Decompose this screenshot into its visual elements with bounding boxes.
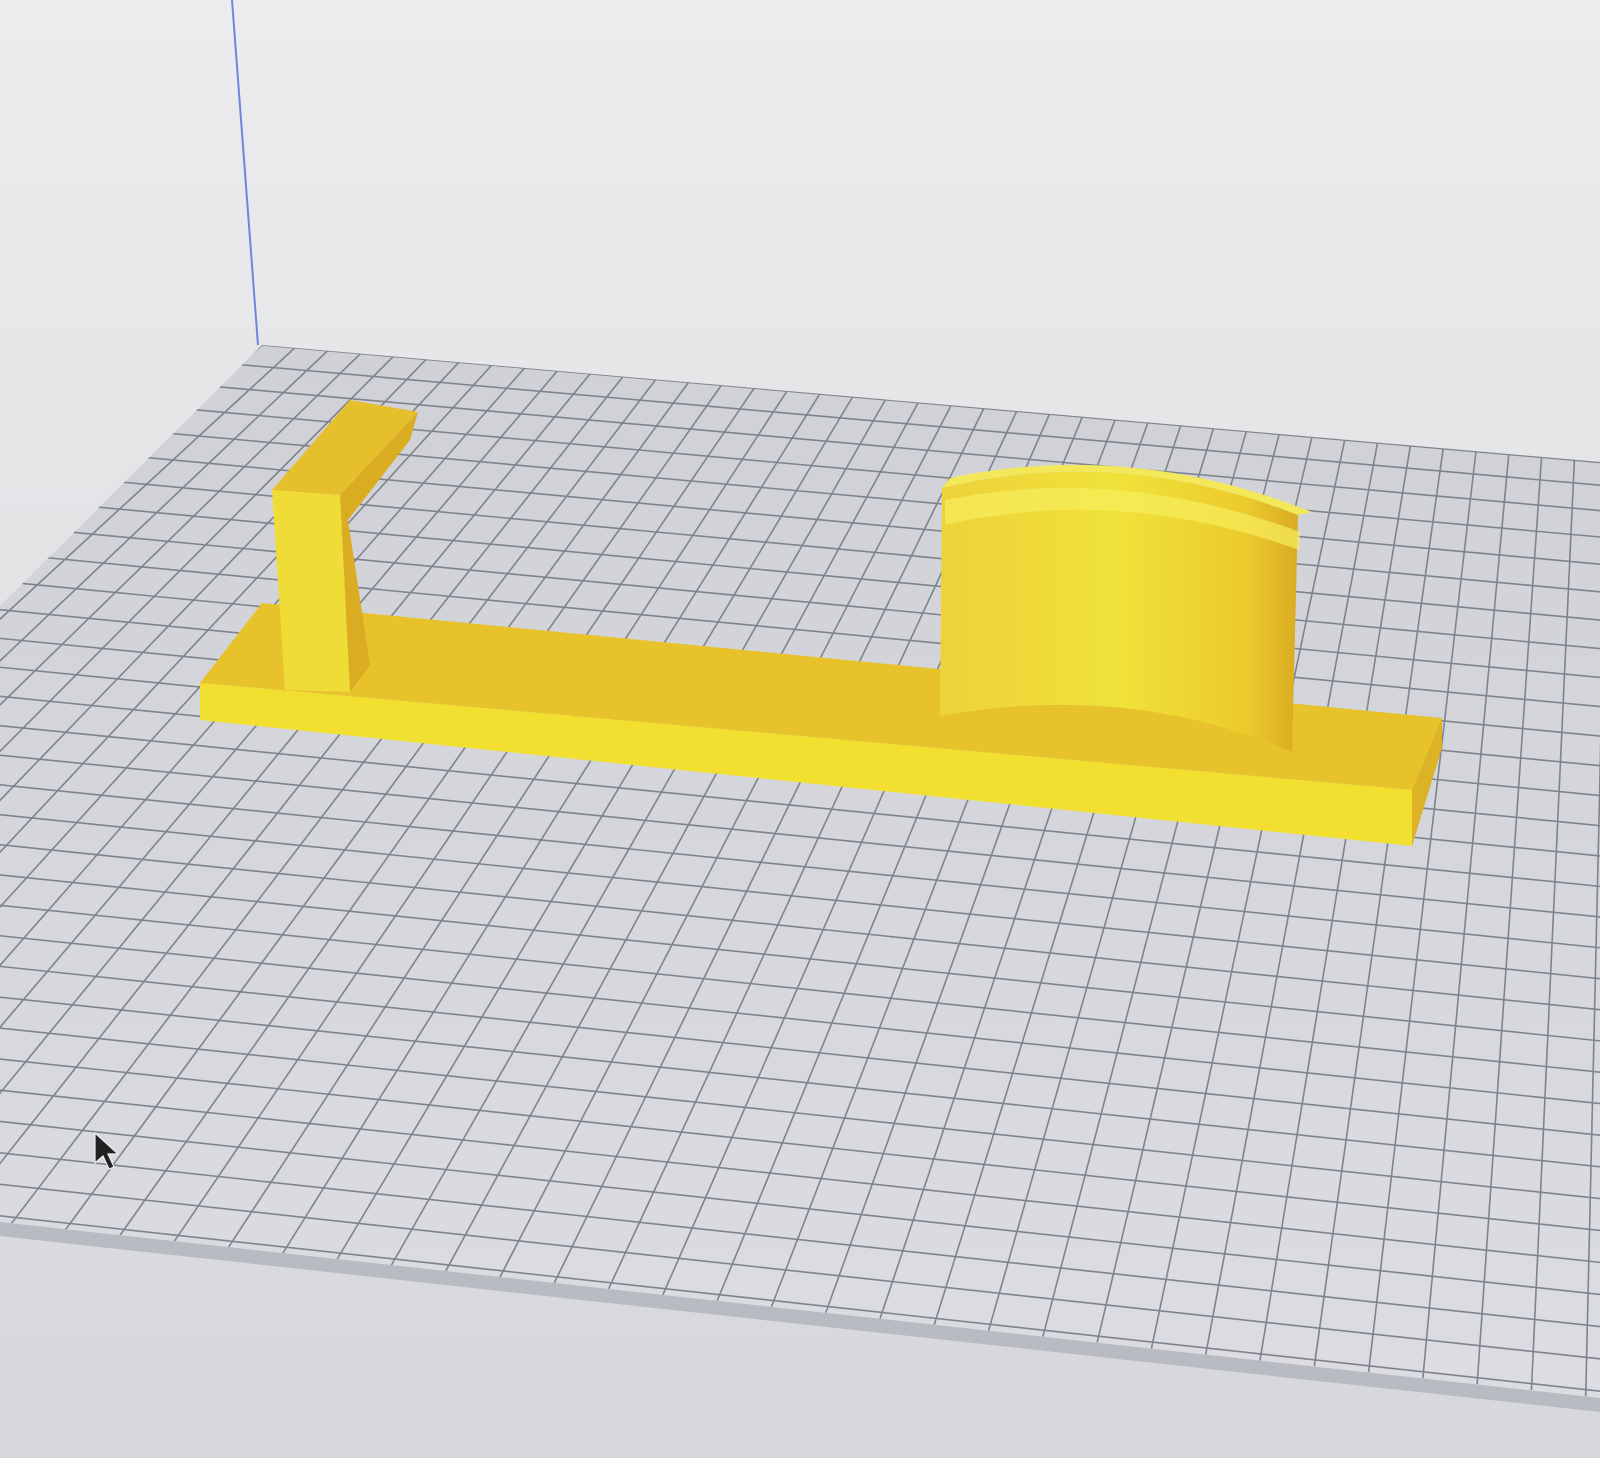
scene-svg bbox=[0, 0, 1600, 1458]
left-post-front bbox=[272, 490, 350, 692]
3d-viewport[interactable] bbox=[0, 0, 1600, 1458]
